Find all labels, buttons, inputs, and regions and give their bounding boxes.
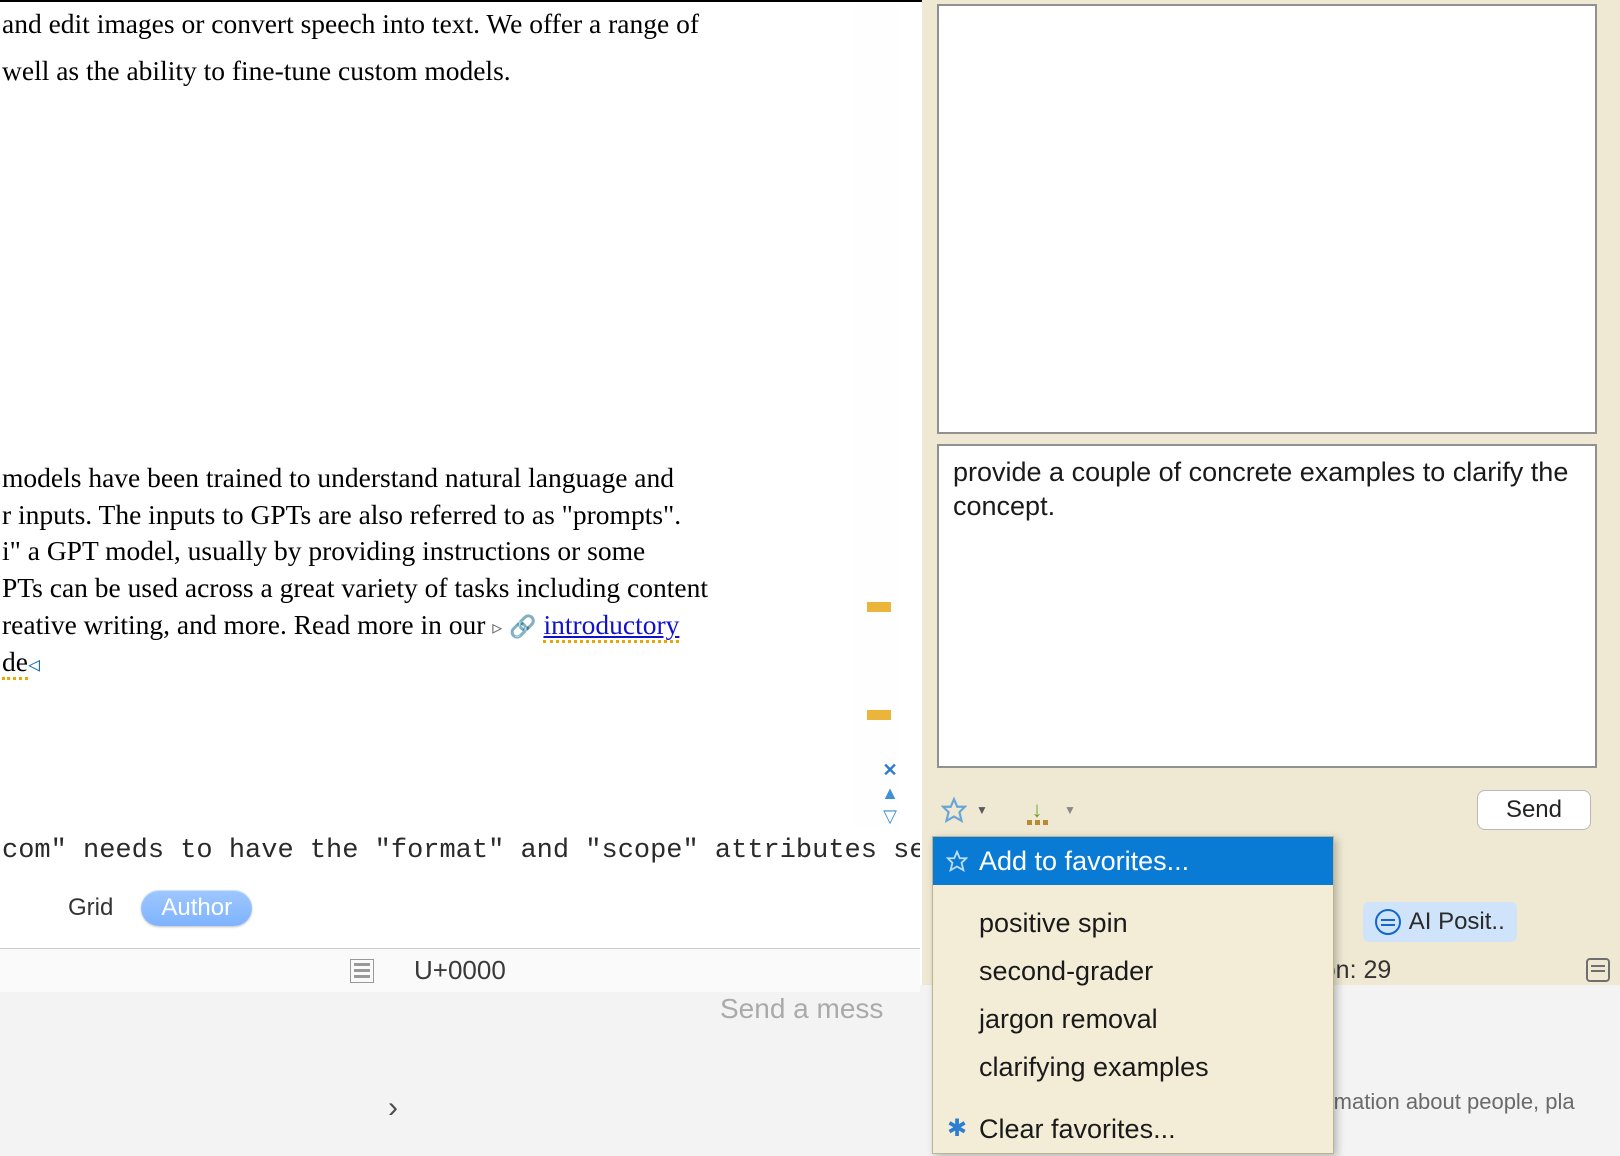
view-mode-toggle: Grid Author bbox=[0, 882, 922, 936]
favorites-star-button[interactable] bbox=[937, 793, 971, 827]
doc-text: reative writing, and more. Read more in … bbox=[2, 609, 492, 640]
triangle-down-icon[interactable]: ▽ bbox=[883, 806, 897, 827]
assistant-prompt-box[interactable]: provide a couple of concrete examples to… bbox=[937, 444, 1597, 768]
insert-caret-icon[interactable]: ▼ bbox=[1059, 793, 1081, 827]
prompt-text: provide a couple of concrete examples to… bbox=[953, 457, 1568, 521]
menu-item-label: positive spin bbox=[979, 908, 1128, 939]
author-view-button[interactable]: Author bbox=[141, 890, 252, 926]
status-bar: U+0000 bbox=[0, 948, 920, 992]
comment-icon[interactable] bbox=[1586, 958, 1610, 982]
doc-text: de bbox=[2, 646, 28, 680]
doc-text: i" a GPT model, usually by providing ins… bbox=[2, 535, 645, 566]
send-button[interactable]: Send bbox=[1477, 790, 1591, 830]
footer-text-fragment: formation about people, pla bbox=[1308, 1089, 1575, 1115]
doc-text: models have been trained to understand n… bbox=[2, 462, 674, 493]
tab-label: AI Posit.. bbox=[1409, 908, 1505, 936]
speech-bubble-icon bbox=[1375, 909, 1401, 935]
doc-text: r inputs. The inputs to GPTs are also re… bbox=[2, 499, 681, 530]
change-marker[interactable] bbox=[867, 710, 891, 720]
tab-ai-positron[interactable]: AI Posit.. bbox=[1363, 902, 1517, 942]
grid-view-button[interactable]: Grid bbox=[48, 890, 133, 926]
add-to-favorites-item[interactable]: Add to favorites... bbox=[933, 837, 1333, 885]
list-icon[interactable] bbox=[350, 959, 374, 983]
unicode-indicator: U+0000 bbox=[414, 955, 506, 986]
scroll-controls: ✕ ▲ ▽ bbox=[876, 760, 904, 832]
star-outline-icon bbox=[945, 849, 969, 873]
triangle-up-icon[interactable]: ▲ bbox=[881, 783, 899, 804]
assistant-response-box[interactable] bbox=[937, 4, 1597, 434]
marker-triangle-icon: ▹ bbox=[492, 617, 502, 639]
favorites-caret-icon[interactable]: ▼ bbox=[971, 793, 993, 827]
chat-input-ghost: Send a mess bbox=[720, 993, 883, 1025]
menu-item-label: Clear favorites... bbox=[979, 1114, 1176, 1145]
favorite-item[interactable]: second-grader bbox=[933, 947, 1333, 995]
introductory-link[interactable]: introductory bbox=[543, 609, 679, 643]
snowflake-icon: ✱ bbox=[945, 1117, 969, 1141]
favorite-item[interactable]: jargon removal bbox=[933, 995, 1333, 1043]
background-window: Send a mess › formation about people, pl… bbox=[0, 985, 1620, 1156]
insert-button[interactable]: ↓ bbox=[1015, 793, 1059, 827]
menu-item-label: second-grader bbox=[979, 956, 1153, 987]
menu-item-label: clarifying examples bbox=[979, 1052, 1209, 1083]
menu-item-label: jargon removal bbox=[979, 1004, 1158, 1035]
close-mark-icon[interactable]: ✕ bbox=[882, 760, 897, 781]
doc-text: well as the ability to fine-tune custom … bbox=[2, 55, 511, 86]
doc-text: and edit images or convert speech into t… bbox=[2, 8, 699, 39]
caret-icon: ◁ bbox=[28, 652, 40, 676]
change-marker[interactable] bbox=[867, 602, 891, 612]
document-editor-pane: and edit images or convert speech into t… bbox=[0, 0, 922, 985]
favorite-item[interactable]: clarifying examples bbox=[933, 1043, 1333, 1091]
favorites-menu: Add to favorites... positive spin second… bbox=[932, 836, 1334, 1154]
validation-message: com" needs to have the "format" and "sco… bbox=[0, 828, 920, 876]
menu-item-label: Add to favorites... bbox=[979, 846, 1189, 877]
clear-favorites-item[interactable]: ✱ Clear favorites... bbox=[933, 1105, 1333, 1153]
change-marker-gutter bbox=[855, 2, 900, 832]
doc-text: PTs can be used across a great variety o… bbox=[2, 572, 708, 603]
document-body[interactable]: and edit images or convert speech into t… bbox=[0, 2, 855, 822]
link-icon: 🔗 bbox=[509, 614, 536, 639]
chevron-right-icon: › bbox=[388, 1091, 398, 1125]
favorite-item[interactable]: positive spin bbox=[933, 899, 1333, 947]
assistant-toolbar: ▼ ↓ ▼ Send bbox=[937, 782, 1597, 838]
